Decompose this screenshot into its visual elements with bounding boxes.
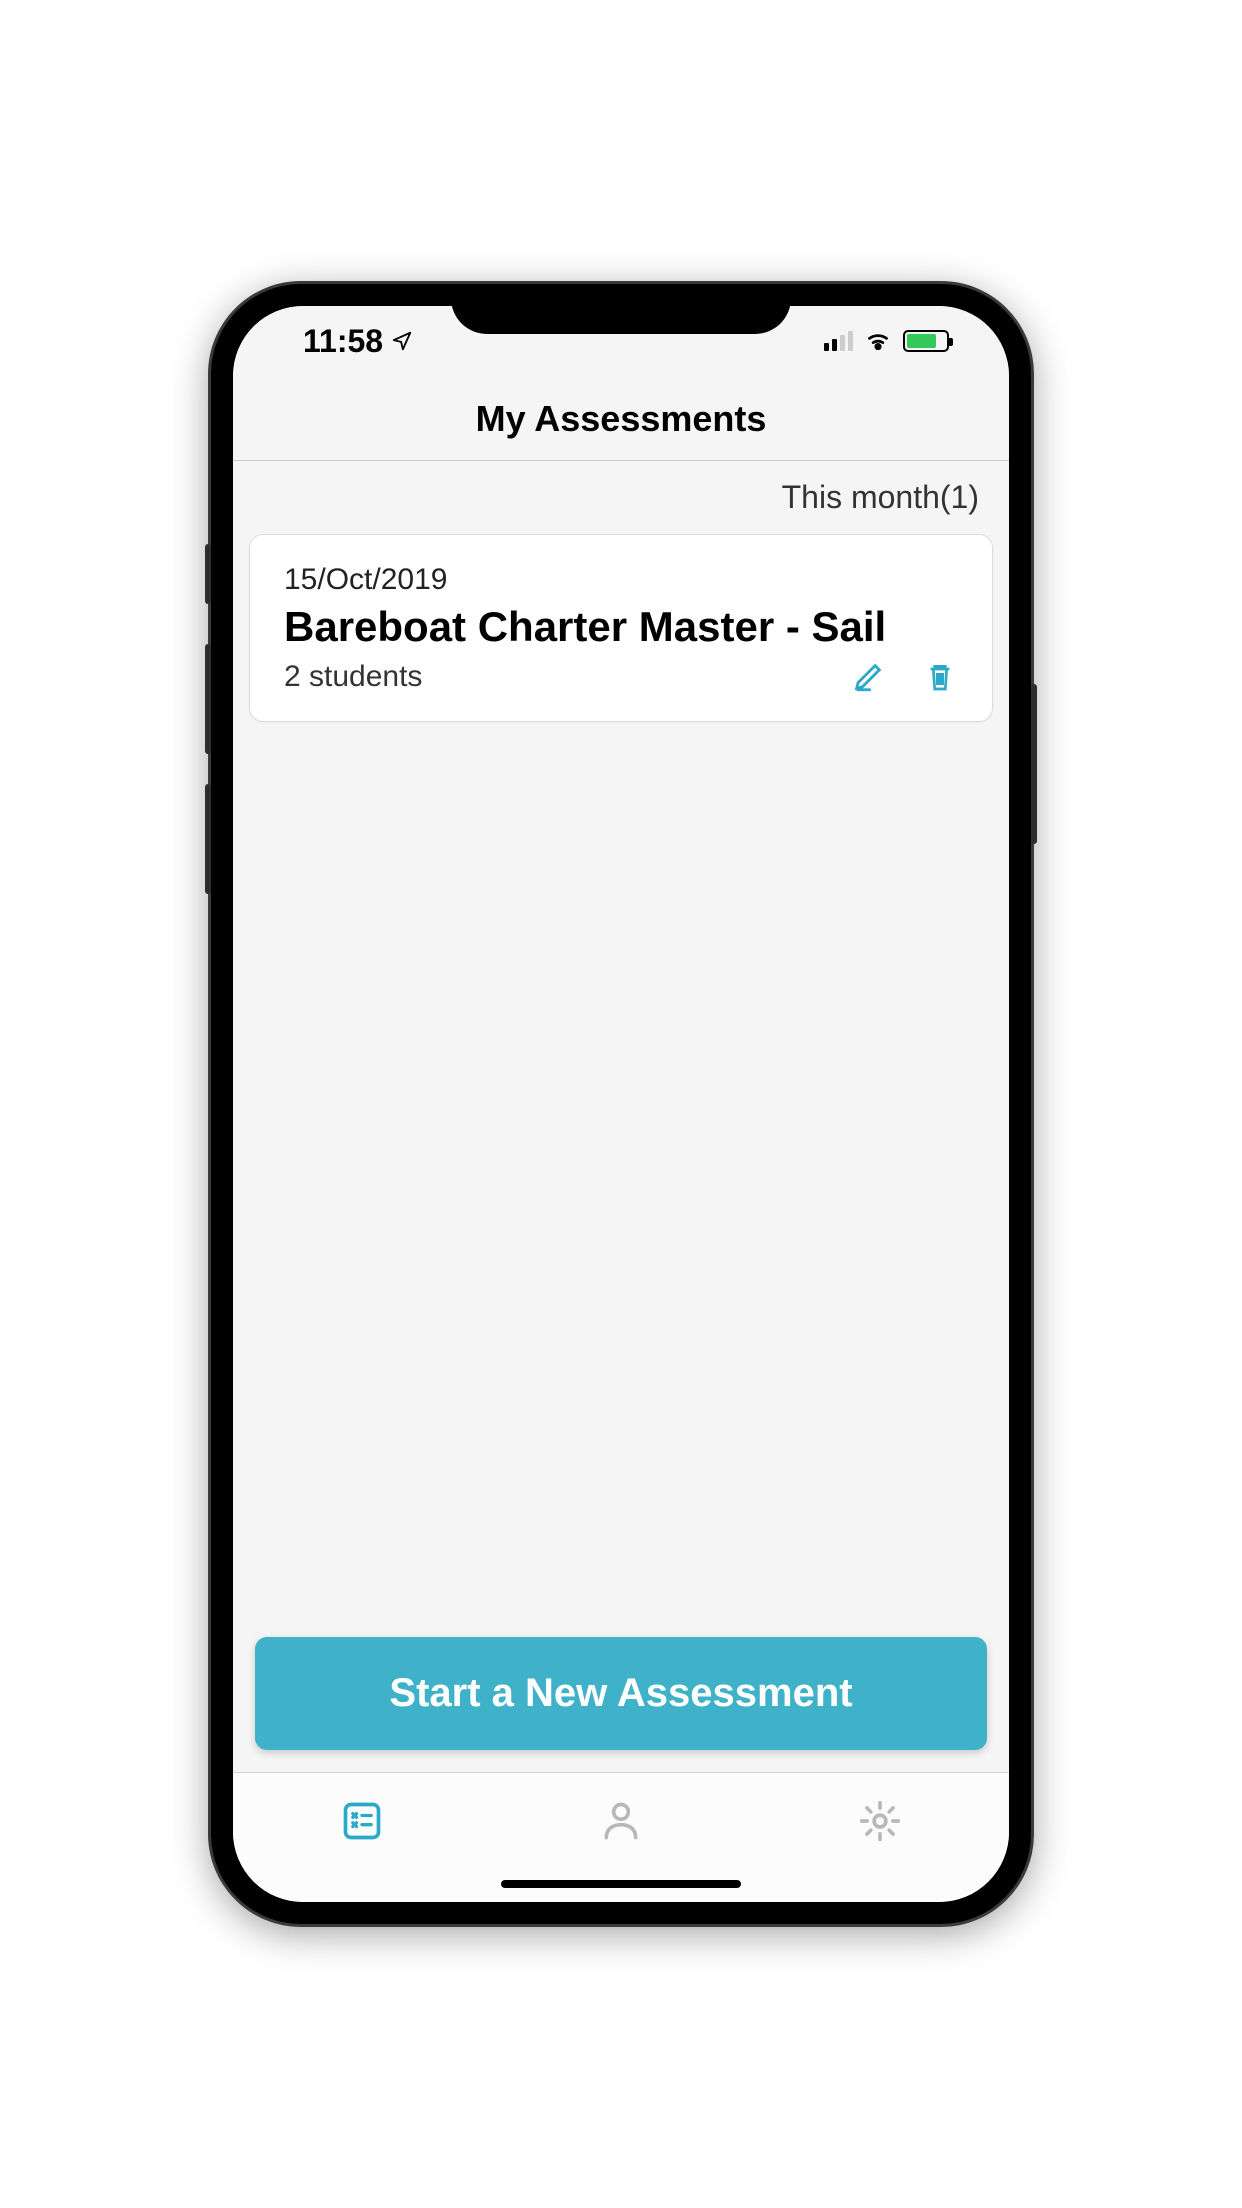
status-left: 11:58 [273,323,413,360]
assessment-actions [850,659,958,695]
trash-icon[interactable] [922,659,958,695]
volume-down [205,784,211,894]
page-title: My Assessments [233,398,1009,440]
home-indicator[interactable] [501,1880,741,1888]
assessment-title: Bareboat Charter Master - Sail [284,603,958,651]
status-time: 11:58 [303,323,383,360]
assessment-date: 15/Oct/2019 [284,563,958,597]
tab-profile[interactable] [581,1791,661,1851]
volume-up [205,644,211,754]
device-notch [451,284,791,334]
mute-switch [205,544,211,604]
assessment-meta-row: 2 students [284,659,958,695]
content-area: This month(1) 15/Oct/2019 Bareboat Chart… [233,461,1009,1772]
edit-icon[interactable] [850,659,886,695]
start-new-assessment-button[interactable]: Start a New Assessment [255,1637,987,1750]
wifi-icon [863,328,893,355]
signal-icon [824,331,853,351]
spacer [249,722,993,1637]
phone-frame: 11:58 My Assessments This month(1) [211,284,1031,1924]
screen: 11:58 My Assessments This month(1) [233,306,1009,1902]
assessment-students: 2 students [284,660,422,694]
power-button [1031,684,1037,844]
tab-settings[interactable] [840,1791,920,1851]
tab-assessments[interactable] [322,1791,402,1851]
nav-header: My Assessments [233,376,1009,461]
assessment-card[interactable]: 15/Oct/2019 Bareboat Charter Master - Sa… [249,534,993,722]
location-icon [391,323,413,360]
status-right [824,328,969,355]
battery-icon [903,330,949,352]
section-filter-label[interactable]: This month(1) [249,461,993,534]
